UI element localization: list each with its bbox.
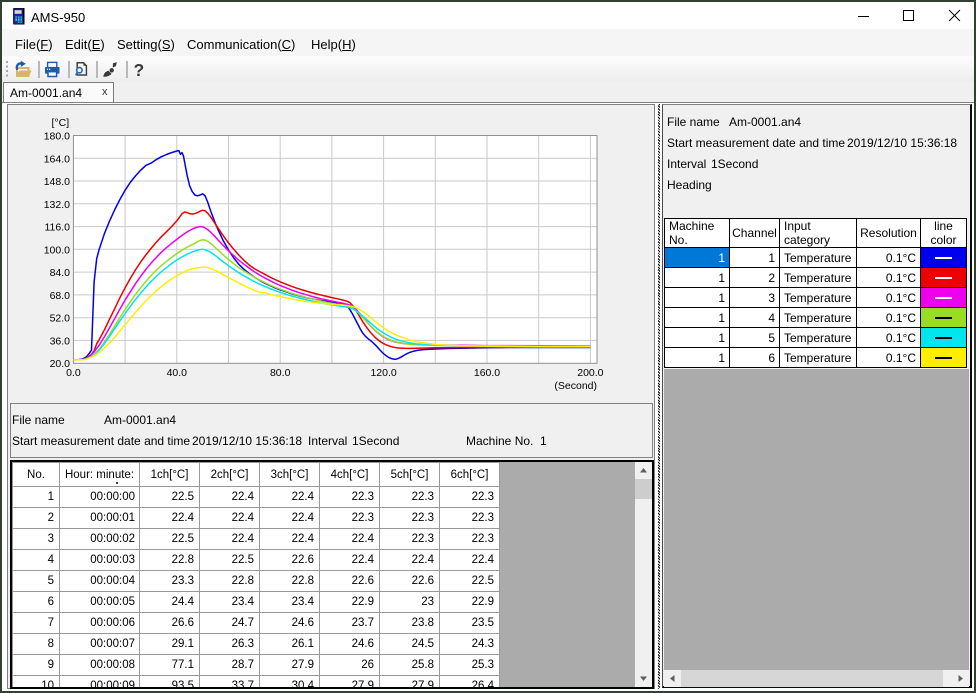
svg-text:132.0: 132.0 (44, 199, 70, 211)
svg-text:0.0: 0.0 (66, 367, 81, 379)
svg-text:160.0: 160.0 (474, 367, 500, 379)
svg-text:?: ? (134, 60, 145, 80)
svg-text:52.0: 52.0 (50, 313, 71, 325)
svg-text:148.0: 148.0 (44, 176, 70, 188)
svg-text:40.0: 40.0 (167, 367, 188, 379)
svg-text:68.0: 68.0 (50, 290, 71, 302)
svg-text:36.0: 36.0 (50, 335, 71, 347)
svg-text:(Second): (Second) (554, 380, 597, 392)
svg-text:200.0: 200.0 (577, 367, 603, 379)
svg-text:116.0: 116.0 (45, 222, 71, 234)
svg-text:[°C]: [°C] (52, 117, 70, 129)
svg-text:164.0: 164.0 (44, 153, 70, 165)
svg-text:180.0: 180.0 (44, 131, 70, 143)
svg-text:80.0: 80.0 (270, 367, 291, 379)
svg-text:120.0: 120.0 (370, 367, 396, 379)
svg-text:84.0: 84.0 (50, 267, 71, 279)
svg-text:100.0: 100.0 (44, 244, 70, 256)
